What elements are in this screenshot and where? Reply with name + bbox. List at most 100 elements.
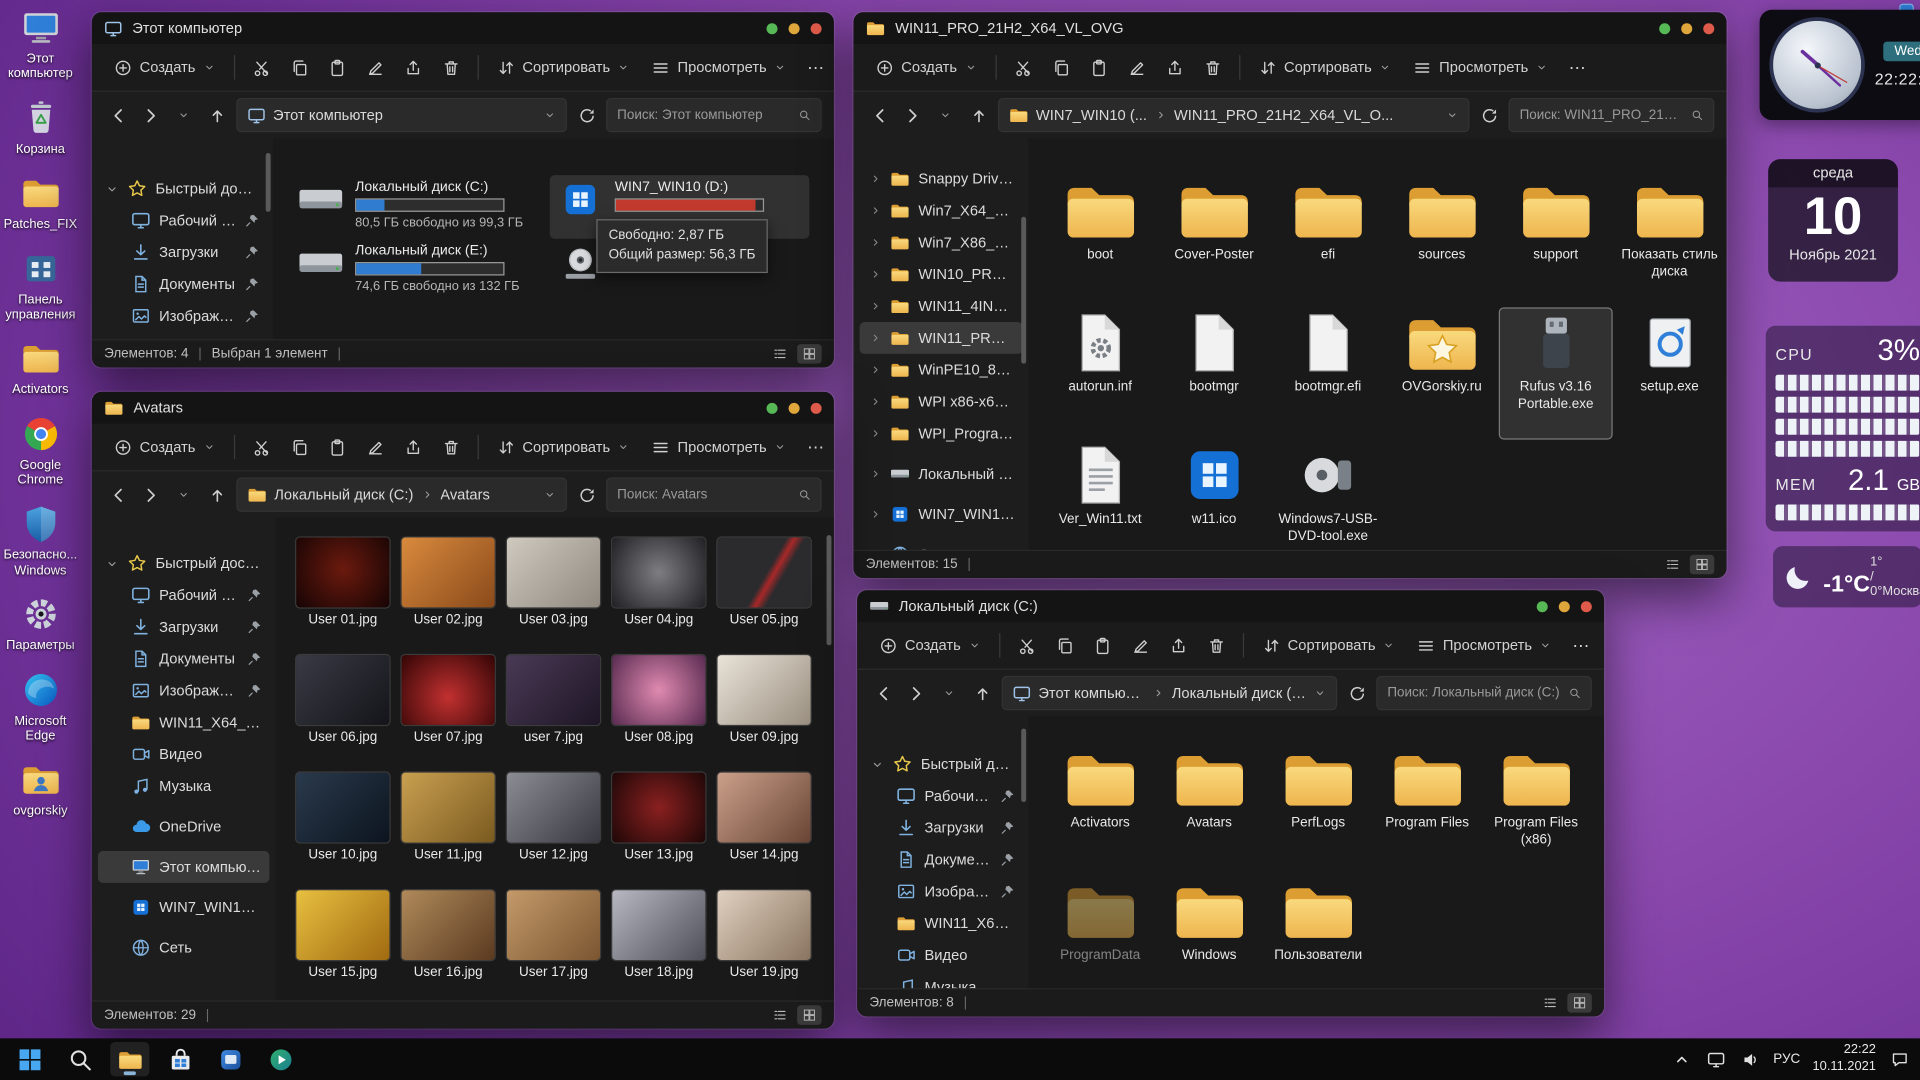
back-button[interactable] [866, 100, 893, 129]
delete-button[interactable] [1195, 52, 1231, 83]
file-item[interactable]: boot [1043, 175, 1157, 307]
folder-item[interactable]: Program Files [1373, 743, 1482, 875]
new-button[interactable]: Создать [866, 52, 987, 83]
tree-item[interactable]: WIN7_WIN10 (D:) [860, 498, 1023, 530]
paste-button[interactable] [319, 432, 355, 463]
file-item[interactable]: bootmgr.efi [1271, 307, 1385, 439]
sidebar-item[interactable]: Загрузки [98, 236, 267, 268]
image-item[interactable]: User 04.jpg [606, 538, 711, 656]
chevron-down-icon[interactable] [105, 557, 118, 570]
tree-scrollbar[interactable] [1021, 143, 1026, 545]
notification-icon[interactable] [1888, 1048, 1910, 1070]
tree-item[interactable]: WIN11_PRO_21H2_... [860, 322, 1023, 354]
file-item[interactable]: support [1499, 175, 1613, 307]
volume-icon[interactable] [1739, 1048, 1761, 1070]
file-explorer-button[interactable] [110, 1042, 149, 1076]
content-scrollbar[interactable] [827, 523, 832, 996]
drive-item[interactable]: Локальный диск (E:) 74,6 ГБ свободно из … [290, 239, 550, 303]
address-bar[interactable]: WIN7_WIN10 (... WIN11_PRO_21H2_X64_VL_O.… [998, 98, 1469, 132]
file-list[interactable]: boot Cover-Poster efi sources support [1029, 138, 1727, 549]
tree-item[interactable]: WIN11_4IN1_21H2_... [860, 290, 1023, 322]
image-item[interactable]: User 03.jpg [501, 538, 606, 656]
desktop-icon[interactable]: Панель управления [2, 248, 78, 322]
sidebar-item[interactable]: Быстрый доступ [98, 173, 267, 205]
delete-button[interactable] [1198, 630, 1234, 661]
desktop-icon[interactable]: Корзина [2, 98, 78, 157]
refresh-button[interactable] [573, 100, 600, 129]
rename-button[interactable] [357, 52, 393, 83]
new-button[interactable]: Создать [104, 432, 225, 463]
maximize-button[interactable] [1681, 23, 1692, 34]
view-button[interactable]: Просмотреть [1407, 630, 1561, 661]
file-item[interactable]: sources [1385, 175, 1499, 307]
recent-locations-button[interactable] [932, 100, 959, 129]
folder-item[interactable]: Пользователи [1264, 876, 1373, 989]
sidebar-item[interactable]: Загрузки [863, 812, 1022, 844]
sidebar-item[interactable]: Документы [98, 268, 267, 300]
recent-locations-button[interactable] [170, 480, 197, 509]
more-button[interactable]: ⋯ [799, 51, 833, 84]
sidebar-item[interactable]: WIN7_WIN10 (D:) [98, 891, 269, 923]
tree-item[interactable]: WPI x86-x64 by OV... [860, 386, 1023, 418]
share-button[interactable] [395, 52, 431, 83]
sidebar-scrollbar[interactable] [1021, 721, 1026, 983]
image-item[interactable]: User 15.jpg [290, 890, 395, 1000]
maximize-button[interactable] [789, 23, 800, 34]
forward-button[interactable] [902, 678, 929, 707]
desktop-icon[interactable]: Параметры [2, 594, 78, 653]
folder-item[interactable]: Windows [1155, 876, 1264, 989]
desktop-icon[interactable]: Microsoft Edge [2, 669, 78, 743]
desktop-icon[interactable]: Безопасно... Windows [2, 504, 78, 578]
sort-button[interactable]: Сортировать [487, 52, 640, 83]
breadcrumb-current[interactable]: WIN11_PRO_21H2_X64_VL_O... [1174, 107, 1393, 124]
file-item[interactable]: bootmgr [1157, 307, 1271, 439]
new-button[interactable]: Создать [104, 52, 225, 83]
tree-item[interactable]: Win7_X64_NL3_OV... [860, 195, 1023, 227]
delete-button[interactable] [433, 52, 469, 83]
chevron-right-icon[interactable] [869, 549, 881, 550]
breadcrumb-current[interactable]: Локальный диск (C:) [1172, 684, 1307, 701]
sidebar-item[interactable]: Документы [98, 643, 269, 675]
pinned-app-button-1[interactable] [211, 1042, 250, 1076]
sidebar-item[interactable]: Загрузки [98, 611, 269, 643]
tree-item[interactable]: Локальный диск (E... [860, 458, 1023, 490]
image-item[interactable]: User 18.jpg [606, 890, 711, 1000]
minimize-button[interactable] [1659, 23, 1670, 34]
cut-button[interactable] [243, 432, 279, 463]
share-button[interactable] [1160, 630, 1196, 661]
image-item[interactable]: User 01.jpg [290, 538, 395, 656]
file-list[interactable]: Activators Avatars PerfLogs Program File… [1029, 716, 1605, 988]
minimize-button[interactable] [1537, 601, 1548, 612]
folder-item[interactable]: ProgramData [1046, 876, 1155, 989]
tree-item[interactable]: WIN10_PRO_21H2_... [860, 258, 1023, 290]
back-button[interactable] [869, 678, 896, 707]
details-view-button[interactable] [768, 1005, 792, 1025]
more-button[interactable]: ⋯ [1560, 51, 1594, 84]
tree-item[interactable]: WPI_Programms_r... [860, 418, 1023, 450]
pinned-app-button-2[interactable] [261, 1042, 300, 1076]
file-item[interactable]: Показать стиль диска [1613, 175, 1727, 307]
sidebar-item[interactable]: Изображения [863, 876, 1022, 908]
maximize-button[interactable] [1559, 601, 1570, 612]
sidebar-item[interactable]: Рабочий стол [863, 780, 1022, 812]
image-item[interactable]: User 19.jpg [711, 890, 816, 1000]
chevron-right-icon[interactable] [869, 204, 881, 216]
sidebar-item[interactable]: Музыка [98, 770, 269, 802]
search-input[interactable]: Поиск: Avatars [606, 478, 822, 512]
copy-button[interactable] [281, 52, 317, 83]
desktop[interactable]: Этот компьютер Корзина Patches_FIX Панел… [0, 0, 1920, 1080]
minimize-button[interactable] [767, 402, 778, 413]
sidebar-item[interactable]: Изображения [98, 300, 267, 332]
drive-item[interactable]: Локальный диск (C:) 80,5 ГБ свободно из … [290, 175, 550, 239]
chevron-right-icon[interactable] [869, 236, 881, 248]
more-button[interactable]: ⋯ [1564, 629, 1598, 662]
tree-item[interactable]: Сеть [860, 539, 1023, 550]
details-view-button[interactable] [1538, 993, 1562, 1013]
paste-button[interactable] [319, 52, 355, 83]
close-button[interactable] [1703, 23, 1714, 34]
image-item[interactable]: User 09.jpg [711, 655, 816, 773]
desktop-icon[interactable]: Patches_FIX [2, 173, 78, 232]
chevron-right-icon[interactable] [869, 508, 881, 520]
chevron-right-icon[interactable] [869, 427, 881, 439]
copy-button[interactable] [1046, 630, 1082, 661]
